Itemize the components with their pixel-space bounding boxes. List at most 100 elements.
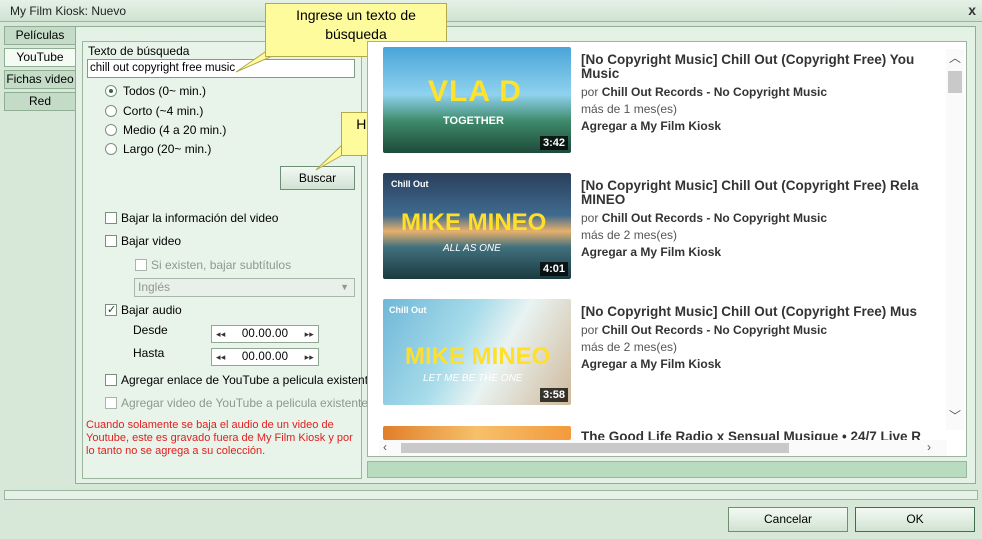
subtitles-label: Si existen, bajar subtítulos [151, 258, 292, 272]
cancel-button[interactable]: Cancelar [728, 507, 848, 532]
tab-fichas-video[interactable]: Fichas video [4, 70, 76, 89]
chevron-left-icon[interactable]: ‹ [383, 440, 387, 454]
download-video-option[interactable]: Bajar video [105, 234, 181, 248]
checkbox-icon [105, 374, 117, 386]
search-label: Texto de búsqueda [88, 44, 190, 58]
video-age: más de 2 mes(es) [581, 228, 678, 242]
chevron-up-icon[interactable]: ︿ [949, 49, 961, 66]
thumbnail-text: MIKE MINEO [405, 343, 551, 370]
tab-list: Películas YouTube Fichas video Red [4, 26, 76, 114]
chill-out-logo: Chill Out [391, 179, 429, 189]
duration-option-all[interactable]: Todos (0~ min.) [105, 84, 206, 98]
chevron-right-icon[interactable]: › [927, 440, 931, 454]
thumbnail-text: MIKE MINEO [401, 209, 547, 236]
horizontal-scrollbar[interactable]: ‹ › [379, 440, 947, 456]
radio-icon [105, 143, 117, 155]
scroll-thumb[interactable] [401, 443, 789, 453]
window-title: My Film Kiosk: Nuevo [10, 4, 127, 18]
download-audio-option[interactable]: Bajar audio [105, 303, 182, 317]
add-video-option: Agregar video de YouTube a pelicula exis… [105, 396, 368, 410]
language-select: Inglés ▼ [134, 278, 355, 297]
first-icon[interactable]: ◂◂ [216, 352, 225, 363]
video-title: Music [581, 67, 620, 81]
add-to-kiosk-link[interactable]: Agregar a My Film Kiosk [581, 245, 721, 259]
thumbnail-subtext: TOGETHER [443, 115, 504, 127]
channel-name: Chill Out Records - No Copyright Music [601, 323, 828, 337]
channel-name: Chill Out Records - No Copyright Music [601, 211, 828, 225]
radio-icon [105, 124, 117, 136]
video-channel: por Chill Out Records - No Copyright Mus… [581, 211, 827, 225]
subtitles-option: Si existen, bajar subtítulos [135, 258, 291, 272]
video-title: [No Copyright Music] Chill Out (Copyrigh… [581, 179, 919, 193]
tab-red[interactable]: Red [4, 92, 76, 111]
language-value: Inglés [138, 280, 171, 294]
tab-youtube[interactable]: YouTube [4, 48, 76, 67]
first-icon[interactable]: ◂◂ [216, 329, 225, 340]
video-duration: 4:01 [539, 262, 568, 276]
duration-label: Corto (~4 min.) [123, 104, 204, 118]
video-duration: 3:42 [539, 136, 568, 150]
last-icon[interactable]: ▸▸ [305, 329, 314, 340]
checkbox-checked-icon [105, 304, 117, 316]
video-by: por [581, 211, 599, 225]
download-audio-label: Bajar audio [121, 303, 182, 317]
download-info-option[interactable]: Bajar la información del video [105, 211, 278, 225]
duration-option-medium[interactable]: Medio (4 a 20 min.) [105, 123, 226, 137]
checkbox-icon [135, 259, 147, 271]
video-thumbnail[interactable]: Chill Out MIKE MINEO ALL AS ONE 4:01 [383, 173, 571, 279]
video-title: [No Copyright Music] Chill Out (Copyrigh… [581, 305, 917, 319]
add-link-option[interactable]: Agregar enlace de YouTube a pelicula exi… [105, 373, 375, 387]
video-thumbnail[interactable]: VLA D TOGETHER 3:42 [383, 47, 571, 153]
add-to-kiosk-link[interactable]: Agregar a My Film Kiosk [581, 357, 721, 371]
video-channel: por Chill Out Records - No Copyright Mus… [581, 323, 827, 337]
duration-option-short[interactable]: Corto (~4 min.) [105, 104, 203, 118]
video-by: por [581, 323, 599, 337]
title-bar: My Film Kiosk: Nuevo x [0, 0, 982, 22]
video-title: [No Copyright Music] Chill Out (Copyrigh… [581, 53, 915, 67]
download-info-label: Bajar la información del video [121, 211, 279, 225]
from-label: Desde [133, 323, 168, 337]
checkbox-icon [105, 212, 117, 224]
from-time-value: 00.00.00 [241, 328, 289, 340]
duration-label: Largo (20~ min.) [123, 142, 212, 156]
duration-label: Medio (4 a 20 min.) [123, 123, 227, 137]
vertical-scrollbar[interactable]: ︿ ﹀ [946, 49, 964, 430]
checkbox-icon [105, 235, 117, 247]
video-age: más de 1 mes(es) [581, 102, 678, 116]
chill-out-logo: Chill Out [389, 305, 427, 315]
progress-bar [367, 461, 967, 478]
to-time-value: 00.00.00 [241, 351, 289, 363]
chevron-down-icon: ▼ [340, 282, 349, 292]
to-time-stepper[interactable]: ◂◂ 00.00.00 ▸▸ [211, 348, 319, 366]
duration-option-long[interactable]: Largo (20~ min.) [105, 142, 211, 156]
video-channel: por Chill Out Records - No Copyright Mus… [581, 85, 827, 99]
audio-note: Cuando solamente se baja el audio de un … [86, 419, 353, 457]
chevron-down-icon[interactable]: ﹀ [949, 407, 961, 424]
video-thumbnail[interactable] [383, 426, 571, 440]
video-duration: 3:58 [539, 388, 568, 402]
to-label: Hasta [133, 346, 165, 360]
scroll-thumb[interactable] [948, 71, 962, 93]
search-input[interactable]: chill out copyright free music [87, 59, 355, 78]
channel-name: Chill Out Records - No Copyright Music [601, 85, 828, 99]
thumbnail-subtext: ALL AS ONE [443, 243, 501, 254]
from-time-stepper[interactable]: ◂◂ 00.00.00 ▸▸ [211, 325, 319, 343]
add-link-label: Agregar enlace de YouTube a pelicula exi… [121, 373, 375, 387]
status-bar [4, 490, 978, 500]
checkbox-icon [105, 397, 117, 409]
video-age: más de 2 mes(es) [581, 340, 678, 354]
video-thumbnail[interactable]: Chill Out MIKE MINEO LET ME BE THE ONE 3… [383, 299, 571, 405]
tab-peliculas[interactable]: Películas [4, 26, 76, 45]
close-icon[interactable]: x [968, 2, 976, 18]
download-video-label: Bajar video [121, 234, 182, 248]
radio-checked-icon [105, 85, 117, 97]
thumbnail-text: VLA D [428, 75, 522, 108]
add-video-label: Agregar video de YouTube a pelicula exis… [121, 396, 369, 410]
radio-icon [105, 105, 117, 117]
video-title: MINEO [581, 193, 626, 207]
ok-button[interactable]: OK [855, 507, 975, 532]
add-to-kiosk-link[interactable]: Agregar a My Film Kiosk [581, 119, 721, 133]
duration-label: Todos (0~ min.) [123, 84, 207, 98]
last-icon[interactable]: ▸▸ [305, 352, 314, 363]
thumbnail-subtext: LET ME BE THE ONE [423, 373, 523, 384]
